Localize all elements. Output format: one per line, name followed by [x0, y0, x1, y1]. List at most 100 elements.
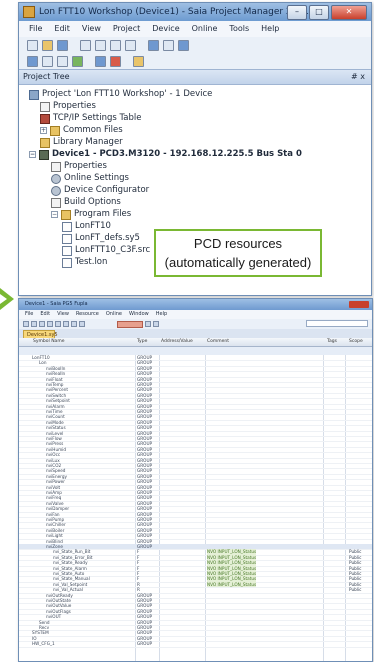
menu-bar: File Edit View Project Device Online Too…	[19, 21, 371, 37]
tree-node[interactable]: LonFT10	[62, 221, 111, 232]
col-comment[interactable]: Comment	[207, 338, 229, 346]
tree-node[interactable]: Online Settings	[51, 173, 129, 184]
tree-node-label: Test.lon	[75, 257, 108, 267]
symbol-menu-resource[interactable]: Resource	[76, 310, 99, 319]
expand-toggle-icon[interactable]: −	[51, 211, 58, 218]
maximize-button[interactable]: □	[309, 5, 329, 20]
run-icon[interactable]	[95, 55, 106, 67]
menu-edit[interactable]: Edit	[54, 21, 70, 37]
symbol-table: LonFT10 GROUP Lon GROUP nviBoolIn GROUP nviRea…	[19, 355, 372, 661]
symbol-window-close-button[interactable]	[349, 301, 369, 308]
tree-node-label: Program Files	[74, 209, 132, 219]
menu-file[interactable]: File	[29, 21, 42, 37]
tree-node[interactable]: LonFT_defs.sy5	[62, 233, 140, 244]
symbol-menu-edit[interactable]: Edit	[40, 310, 50, 319]
build-options-icon	[51, 197, 61, 208]
tab-device1-sy5[interactable]: Device1.sy5	[23, 330, 58, 338]
project-icon	[29, 89, 39, 100]
rebuild-icon[interactable]	[42, 55, 53, 67]
tree-node[interactable]: Build Options	[51, 197, 121, 208]
expand-toggle-icon[interactable]: +	[40, 127, 47, 134]
tool-icon[interactable]	[55, 321, 61, 327]
device-icon[interactable]	[178, 39, 189, 51]
debug-icon[interactable]	[133, 55, 144, 67]
minimize-button[interactable]: –	[287, 5, 307, 20]
symbol-toolbar	[19, 319, 372, 329]
tree-node-label: LonFT_defs.sy5	[75, 233, 140, 243]
project-tree-title: Project Tree	[23, 72, 70, 81]
gear-icon	[51, 185, 61, 196]
open-folder-icon[interactable]	[42, 39, 53, 51]
folder-icon	[61, 209, 71, 220]
tool-icon[interactable]	[31, 321, 37, 327]
file-icon	[62, 245, 72, 256]
tool-icon[interactable]	[63, 321, 69, 327]
paste-icon[interactable]	[110, 39, 121, 51]
tool-icon[interactable]	[23, 321, 29, 327]
tree-node[interactable]: Library Manager	[40, 137, 123, 148]
menu-project[interactable]: Project	[113, 21, 140, 37]
save-icon[interactable]	[57, 39, 68, 51]
window-layout-icon[interactable]	[163, 39, 174, 51]
tree-node[interactable]: LonFTT10_C3F.src	[62, 245, 150, 256]
tool-icon[interactable]	[47, 321, 53, 327]
menu-device[interactable]: Device	[152, 21, 179, 37]
tool-icon[interactable]	[79, 321, 85, 327]
stop-icon[interactable]	[110, 55, 121, 67]
folder-icon	[50, 125, 60, 136]
symbol-window-titlebar: Device1 - Saia PG5 Fupla	[19, 299, 372, 310]
window-controls: – □ ✕	[287, 5, 367, 20]
symbol-menu-bar: File Edit View Resource Online Window He…	[19, 310, 372, 319]
menu-tools[interactable]: Tools	[229, 21, 249, 37]
symbol-search-input[interactable]	[306, 320, 368, 327]
tree-node[interactable]: + Common Files	[40, 125, 123, 136]
table-row[interactable]: HW_CFG_1 GROUP	[19, 641, 372, 648]
copy-icon[interactable]	[95, 39, 106, 51]
tree-node[interactable]: Properties	[51, 161, 107, 172]
menu-view[interactable]: View	[82, 21, 101, 37]
tree-node[interactable]: Device Configurator	[51, 185, 149, 196]
col-scope[interactable]: Scope	[349, 338, 363, 346]
tool-icon[interactable]	[145, 321, 151, 327]
col-address-value[interactable]: Address/Value	[161, 338, 193, 346]
symbol-editor-window: Device1 - Saia PG5 Fupla File Edit View …	[18, 298, 373, 662]
project-tree-header: Project Tree # x	[19, 69, 371, 85]
tool-icon[interactable]	[39, 321, 45, 327]
build-icon[interactable]	[27, 55, 38, 67]
symbol-menu-online[interactable]: Online	[106, 310, 122, 319]
symbol-menu-window[interactable]: Window	[129, 310, 149, 319]
tree-node[interactable]: Project 'Lon FTT10 Workshop' - 1 Device	[29, 89, 212, 100]
symbol-menu-view[interactable]: View	[57, 310, 69, 319]
toolbar-1	[19, 37, 371, 53]
tree-node-label: Online Settings	[64, 173, 129, 183]
tree-node[interactable]: Test.lon	[62, 257, 107, 268]
tool-icon[interactable]	[153, 321, 159, 327]
expand-toggle-icon[interactable]: −	[29, 151, 36, 158]
symbol-menu-file[interactable]: File	[25, 310, 33, 319]
new-file-icon[interactable]	[27, 39, 38, 51]
file-icon	[62, 221, 72, 232]
online-settings-icon	[51, 173, 61, 184]
tree-node[interactable]: TCP/IP Settings Table	[40, 113, 142, 124]
download-icon[interactable]	[57, 55, 68, 67]
file-icon	[62, 257, 72, 268]
tree-node[interactable]: − Device1 - PCD3.M3120 - 192.168.12.225.5…	[29, 149, 302, 160]
print-icon[interactable]	[125, 39, 136, 51]
tree-node[interactable]: Properties	[40, 101, 96, 112]
tree-node[interactable]: − Program Files	[51, 209, 131, 220]
properties-icon[interactable]	[148, 39, 159, 51]
tool-icon[interactable]	[71, 321, 77, 327]
cut-icon[interactable]	[80, 39, 91, 51]
symbol-menu-help[interactable]: Help	[156, 310, 167, 319]
menu-online[interactable]: Online	[192, 21, 218, 37]
col-type[interactable]: Type	[137, 338, 147, 346]
tree-node-label: Properties	[53, 101, 96, 111]
online-icon[interactable]	[72, 55, 83, 67]
col-symbol-name[interactable]: Symbol Name	[33, 338, 64, 346]
col-tags[interactable]: Tags	[327, 338, 337, 346]
close-button[interactable]: ✕	[331, 5, 367, 20]
pane-pin-close[interactable]: # x	[351, 70, 365, 84]
highlighted-tool-button[interactable]	[117, 320, 143, 328]
menu-help[interactable]: Help	[261, 21, 279, 37]
callout-line-1: PCD resources	[193, 236, 283, 251]
